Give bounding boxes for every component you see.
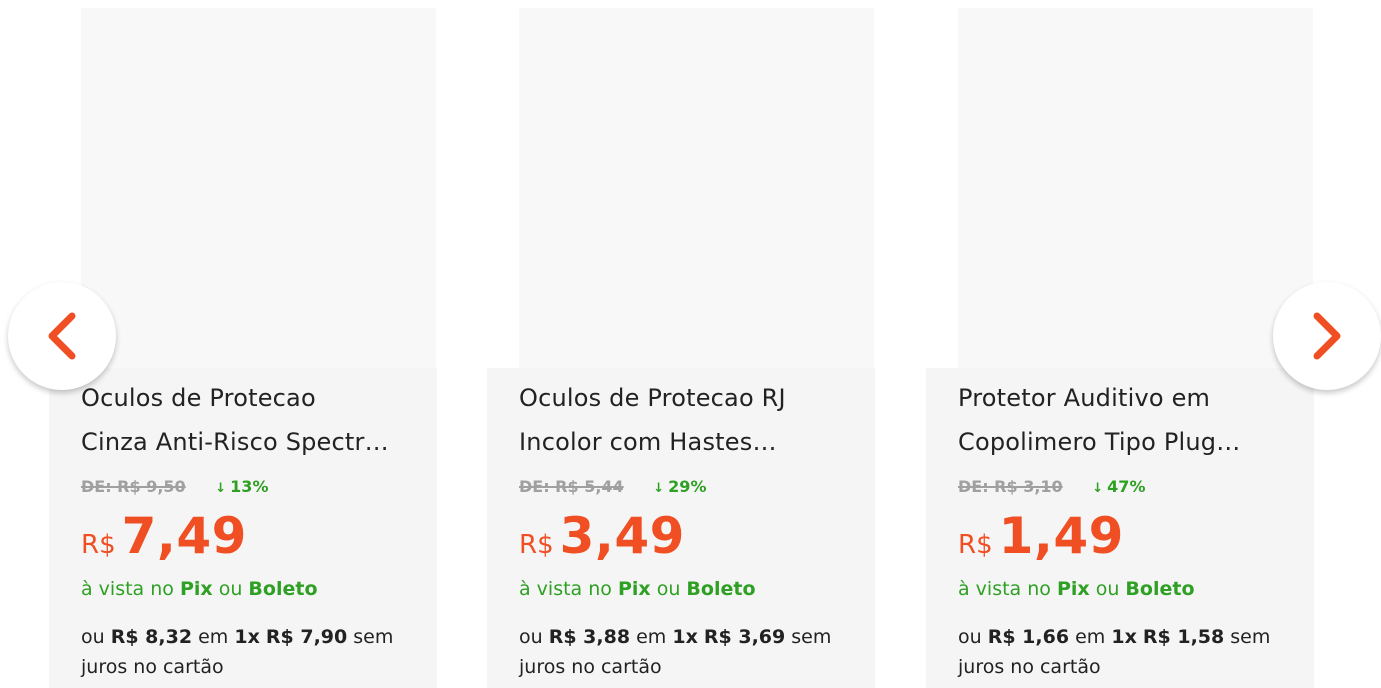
product-card[interactable]: Oculos de Protecao RJ Incolor com Hastes…: [487, 0, 875, 688]
arrow-down-icon: ↓: [1092, 481, 1104, 496]
installment-em: em: [636, 626, 667, 648]
price-value: 1,49: [998, 507, 1124, 565]
discount-value: 29%: [668, 477, 707, 496]
product-info: Oculos de Protecao RJ Incolor com Hastes…: [487, 368, 875, 688]
product-card[interactable]: Protetor Auditivo em Copolimero Tipo Plu…: [926, 0, 1314, 688]
pix-or: ou: [656, 578, 681, 600]
pix-label: Pix: [179, 578, 213, 600]
installment-total: R$ 8,32: [110, 626, 193, 648]
product-image[interactable]: [958, 8, 1313, 368]
installment-count: 1x: [672, 626, 698, 648]
product-title[interactable]: Oculos de Protecao RJ Incolor com Hastes…: [519, 376, 869, 464]
installment-info: ou R$ 1,66 em 1x R$ 1,58 sem juros no ca…: [958, 622, 1308, 682]
current-price: R$ 3,49: [519, 504, 685, 580]
installment-ou: ou: [519, 626, 543, 648]
arrow-down-icon: ↓: [215, 481, 227, 496]
installment-ou: ou: [958, 626, 982, 648]
installment-count: 1x: [1111, 626, 1137, 648]
discount-badge: ↓ 47%: [1092, 477, 1145, 496]
product-carousel: Oculos de Protecao Cinza Anti-Risco Spec…: [0, 0, 1381, 688]
installment-em: em: [1075, 626, 1106, 648]
installment-value: R$ 3,69: [703, 626, 786, 648]
carousel-next-button[interactable]: [1273, 282, 1381, 390]
current-price: R$ 7,49: [81, 504, 247, 580]
installment-ou: ou: [81, 626, 105, 648]
discount-badge: ↓ 13%: [215, 477, 268, 496]
boleto-label: Boleto: [686, 578, 756, 600]
currency-symbol: R$: [519, 530, 554, 560]
boleto-label: Boleto: [248, 578, 318, 600]
installment-total: R$ 3,88: [548, 626, 631, 648]
pix-or: ou: [1095, 578, 1120, 600]
old-price-row: DE: R$ 5,44 ↓ 29%: [519, 476, 706, 500]
payment-methods: à vista no Pix ou Boleto: [81, 576, 318, 602]
carousel-prev-button[interactable]: [8, 282, 116, 390]
price-value: 3,49: [559, 507, 685, 565]
chevron-right-icon: [1313, 312, 1341, 360]
arrow-down-icon: ↓: [653, 481, 665, 496]
product-title-line: Oculos de Protecao: [81, 384, 316, 412]
product-title[interactable]: Oculos de Protecao Cinza Anti-Risco Spec…: [81, 376, 431, 464]
installment-info: ou R$ 3,88 em 1x R$ 3,69 sem juros no ca…: [519, 622, 869, 682]
product-image[interactable]: [81, 8, 436, 368]
installment-value: R$ 7,90: [265, 626, 348, 648]
installment-info: ou R$ 8,32 em 1x R$ 7,90 sem juros no ca…: [81, 622, 431, 682]
pix-prefix: à vista no: [519, 578, 612, 600]
old-price: DE: R$ 3,10: [958, 477, 1063, 496]
old-price-row: DE: R$ 9,50 ↓ 13%: [81, 476, 268, 500]
currency-symbol: R$: [958, 530, 993, 560]
product-title-line: Incolor com Hastes…: [519, 428, 777, 456]
product-info: Oculos de Protecao Cinza Anti-Risco Spec…: [49, 368, 437, 688]
installment-total: R$ 1,66: [987, 626, 1070, 648]
currency-symbol: R$: [81, 530, 116, 560]
product-info: Protetor Auditivo em Copolimero Tipo Plu…: [926, 368, 1314, 688]
product-title-line: Copolimero Tipo Plug…: [958, 428, 1241, 456]
product-title[interactable]: Protetor Auditivo em Copolimero Tipo Plu…: [958, 376, 1308, 464]
discount-badge: ↓ 29%: [653, 477, 706, 496]
discount-value: 13%: [230, 477, 269, 496]
product-title-line: Protetor Auditivo em: [958, 384, 1211, 412]
old-price: DE: R$ 9,50: [81, 477, 186, 496]
installment-value: R$ 1,58: [1142, 626, 1225, 648]
old-price-row: DE: R$ 3,10 ↓ 47%: [958, 476, 1145, 500]
current-price: R$ 1,49: [958, 504, 1124, 580]
boleto-label: Boleto: [1125, 578, 1195, 600]
pix-label: Pix: [1056, 578, 1090, 600]
installment-em: em: [198, 626, 229, 648]
payment-methods: à vista no Pix ou Boleto: [519, 576, 756, 602]
pix-or: ou: [218, 578, 243, 600]
product-image[interactable]: [519, 8, 874, 368]
pix-prefix: à vista no: [81, 578, 174, 600]
payment-methods: à vista no Pix ou Boleto: [958, 576, 1195, 602]
pix-prefix: à vista no: [958, 578, 1051, 600]
product-title-line: Cinza Anti-Risco Spectr…: [81, 428, 389, 456]
discount-value: 47%: [1107, 477, 1146, 496]
installment-count: 1x: [234, 626, 260, 648]
old-price: DE: R$ 5,44: [519, 477, 624, 496]
pix-label: Pix: [617, 578, 651, 600]
chevron-left-icon: [48, 312, 76, 360]
product-title-line: Oculos de Protecao RJ: [519, 384, 786, 412]
price-value: 7,49: [121, 507, 247, 565]
